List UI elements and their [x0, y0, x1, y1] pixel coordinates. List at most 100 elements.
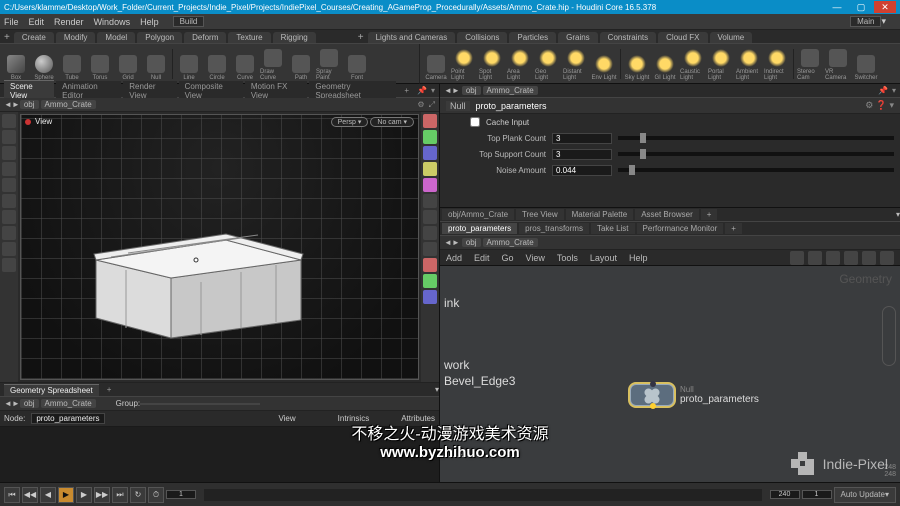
param-back-icon[interactable]: ◄: [444, 86, 452, 95]
pane-menu-icon[interactable]: ▾: [431, 86, 435, 95]
shelf-tab-constraints[interactable]: Constraints: [600, 32, 656, 43]
next-key-button[interactable]: ▶▶: [94, 487, 110, 503]
col-view[interactable]: View: [278, 414, 295, 423]
path-gear-icon[interactable]: ⚙: [417, 100, 424, 110]
sheet-path-node[interactable]: Ammo_Crate: [41, 399, 96, 408]
menu-help[interactable]: Help: [140, 17, 159, 27]
tool-line[interactable]: Line: [176, 47, 202, 81]
tool-path[interactable]: Path: [288, 47, 314, 81]
shelf-tab-deform[interactable]: Deform: [184, 32, 226, 43]
net-menu-edit[interactable]: Edit: [474, 253, 490, 263]
net-path-node[interactable]: Ammo_Crate: [483, 238, 538, 247]
nt-add-icon[interactable]: +: [701, 209, 718, 220]
param-slider-0[interactable]: [618, 136, 894, 140]
path-level[interactable]: obj: [20, 100, 39, 109]
path-back-icon[interactable]: ◄: [4, 100, 12, 109]
tool-circle[interactable]: Circle: [204, 47, 230, 81]
play-button[interactable]: ▶: [58, 487, 74, 503]
viewport-3d[interactable]: View Persp ▾ No cam ▾: [20, 114, 419, 380]
net-menu-add[interactable]: Add: [446, 253, 462, 263]
menu-file[interactable]: File: [4, 17, 19, 27]
node-proto-parameters[interactable]: Null proto_parameters: [630, 384, 759, 406]
net-menu-help[interactable]: Help: [629, 253, 648, 263]
tool-portallight[interactable]: Portal Light: [708, 47, 734, 81]
axis-y-icon[interactable]: [423, 274, 437, 288]
auto-update-button[interactable]: Auto Update ▾: [834, 487, 897, 503]
param-node-name[interactable]: proto_parameters: [476, 101, 547, 111]
tool-curve[interactable]: Curve: [232, 47, 258, 81]
persp-dropdown[interactable]: Persp ▾: [331, 117, 369, 127]
param-value-2[interactable]: 0.044: [552, 165, 612, 176]
shelf-tab-rigging[interactable]: Rigging: [273, 32, 316, 43]
tool-drawcurve[interactable]: Draw Curve: [260, 47, 286, 81]
param-menu-icon[interactable]: ▾: [892, 86, 896, 95]
sel-mode-5-icon[interactable]: [423, 178, 437, 192]
nt-perfmon[interactable]: Performance Monitor: [637, 223, 724, 234]
menu-edit[interactable]: Edit: [29, 17, 45, 27]
network-view[interactable]: Geometry ink work Bevel_Edge3 rm4 Null p…: [440, 266, 900, 482]
sheet-tab-add-icon[interactable]: +: [101, 384, 118, 395]
axis-x-icon[interactable]: [423, 258, 437, 272]
shelf-tab-cloudfx[interactable]: Cloud FX: [658, 32, 707, 43]
net-menu-go[interactable]: Go: [502, 253, 514, 263]
net-path-level[interactable]: obj: [462, 238, 481, 247]
net-icon-6[interactable]: [880, 251, 894, 265]
realtime-button[interactable]: ⏱: [148, 487, 164, 503]
nt-active[interactable]: proto_parameters: [442, 223, 517, 234]
brush-tool-icon[interactable]: [2, 194, 16, 208]
maximize-button[interactable]: ▢: [850, 1, 872, 13]
move-tool-icon[interactable]: [2, 130, 16, 144]
tool-gilight[interactable]: GI Light: [652, 47, 678, 81]
step-fwd-button[interactable]: ▶: [76, 487, 92, 503]
timeline[interactable]: [204, 489, 762, 501]
sheet-fwd-icon[interactable]: ►: [12, 399, 20, 408]
wire-icon[interactable]: [423, 210, 437, 224]
shelf-add-icon-2[interactable]: +: [358, 32, 364, 43]
tool-font[interactable]: Font: [344, 47, 370, 81]
param-gear-icon[interactable]: ⚙ ❓ ▾: [865, 100, 894, 111]
param-slider-2[interactable]: [618, 168, 894, 172]
tool-geolight[interactable]: Geo Light: [535, 47, 561, 81]
net-icon-1[interactable]: [790, 251, 804, 265]
group-field[interactable]: [140, 403, 260, 405]
tool-torus[interactable]: Torus: [87, 47, 113, 81]
param-value-0[interactable]: 3: [552, 133, 612, 144]
param-path-level[interactable]: obj: [462, 86, 481, 95]
param-value-1[interactable]: 3: [552, 149, 612, 160]
nt-assetbrowser[interactable]: Asset Browser: [635, 209, 699, 220]
net-icon-5[interactable]: [862, 251, 876, 265]
nt-treeview[interactable]: Tree View: [516, 209, 564, 220]
tool-spotlight[interactable]: Spot Light: [479, 47, 505, 81]
shelf-tab-grains[interactable]: Grains: [558, 32, 598, 43]
tool-grid[interactable]: Grid: [115, 47, 141, 81]
sel-mode-4-icon[interactable]: [423, 162, 437, 176]
net-menu-layout[interactable]: Layout: [590, 253, 617, 263]
net-icon-4[interactable]: [844, 251, 858, 265]
sheet-back-icon[interactable]: ◄: [4, 399, 12, 408]
tool-skylight[interactable]: Sky Light: [624, 47, 650, 81]
minimize-button[interactable]: —: [826, 1, 848, 13]
net-menu-icon[interactable]: ▾: [896, 210, 900, 219]
tool-null[interactable]: Null: [143, 47, 169, 81]
tool-stereocam[interactable]: Stereo Cam: [797, 47, 823, 81]
col-intrinsics[interactable]: Intrinsics: [338, 414, 370, 423]
disp-opt-icon[interactable]: [423, 194, 437, 208]
render-tool-icon[interactable]: [2, 226, 16, 240]
sheet-menu-icon[interactable]: ▾: [435, 385, 439, 394]
node-field[interactable]: proto_parameters: [31, 413, 104, 424]
sheet-path-level[interactable]: obj: [20, 399, 39, 408]
nt-pros[interactable]: pros_transforms: [519, 223, 589, 234]
net-icon-2[interactable]: [808, 251, 822, 265]
shelf-tab-create[interactable]: Create: [14, 32, 54, 43]
misc-tool-icon[interactable]: [2, 258, 16, 272]
param-slider-1[interactable]: [618, 152, 894, 156]
tool-camera[interactable]: Camera: [423, 47, 449, 81]
menu-render[interactable]: Render: [54, 17, 84, 27]
tool-tube[interactable]: Tube: [59, 47, 85, 81]
tool-switcher[interactable]: Switcher: [853, 47, 879, 81]
tool-spray[interactable]: Spray Paint: [316, 47, 342, 81]
path-node[interactable]: Ammo_Crate: [41, 100, 96, 109]
shelf-tab-model[interactable]: Model: [97, 32, 135, 43]
nt-add-icon-2[interactable]: +: [725, 223, 742, 234]
pane-pin-icon[interactable]: 📌: [417, 86, 427, 95]
